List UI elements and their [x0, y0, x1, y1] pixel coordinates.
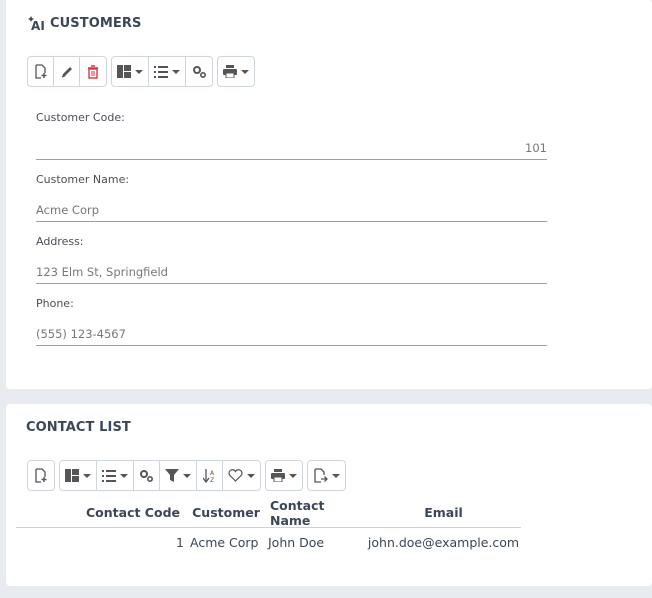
layout-icon	[117, 65, 131, 78]
ai-icon: AI	[28, 15, 46, 31]
customer-name-input[interactable]	[36, 198, 547, 222]
layout-dropdown-button[interactable]	[60, 461, 97, 490]
print-icon	[271, 469, 285, 482]
customer-name-field: Customer Name:	[36, 172, 547, 234]
customer-form: Customer Code: Customer Name: Address: P…	[36, 110, 547, 358]
edit-record-button[interactable]	[54, 57, 80, 86]
filter-dropdown-button[interactable]	[160, 461, 197, 490]
customers-title: AI CUSTOMERS	[28, 15, 141, 31]
print-dropdown-button[interactable]	[266, 461, 302, 490]
settings-button[interactable]	[134, 461, 160, 490]
list-icon	[154, 65, 168, 78]
layout-dropdown-button[interactable]	[112, 57, 149, 86]
table-row[interactable]: 1 Acme Corp John Doe john.doe@example.co…	[16, 528, 521, 557]
grid-view-group: AZ	[59, 460, 261, 491]
filter-icon	[165, 469, 179, 482]
add-group	[27, 460, 55, 491]
print-icon	[223, 65, 237, 78]
favorite-dropdown-button[interactable]	[223, 461, 260, 490]
delete-record-button[interactable]	[80, 57, 106, 86]
column-header-contact-code[interactable]: Contact Code	[16, 505, 186, 520]
new-contact-button[interactable]	[28, 461, 54, 490]
customer-code-label: Customer Code:	[36, 111, 125, 124]
column-header-contact-name[interactable]: Contact Name	[264, 498, 366, 528]
print-dropdown-button[interactable]	[218, 57, 254, 86]
print-group	[217, 56, 255, 87]
customer-name-label: Customer Name:	[36, 173, 130, 186]
cell-email: john.doe@example.com	[367, 535, 520, 550]
delete-trash-icon	[87, 64, 99, 79]
layout-icon	[65, 469, 79, 482]
grid-header-row: Contact Code Customer Contact Name Email	[16, 498, 521, 528]
cell-contact-name: John Doe	[268, 535, 325, 550]
phone-field: Phone:	[36, 296, 547, 358]
record-actions-group	[27, 56, 107, 87]
new-document-icon	[34, 64, 48, 79]
contact-list-panel: CONTACT LIST A Z Contact Code Customer C…	[6, 404, 652, 586]
column-header-customer[interactable]: Customer	[186, 505, 264, 520]
chevron-down-icon	[289, 473, 297, 478]
list-icon	[102, 469, 116, 482]
cell-customer: Acme Corp	[190, 535, 259, 550]
sort-az-icon: AZ	[202, 468, 217, 483]
settings-gears-icon	[192, 65, 207, 79]
cell-contact-code: 1	[176, 535, 184, 550]
customers-title-text: CUSTOMERS	[50, 15, 142, 31]
chevron-down-icon	[241, 69, 249, 74]
contact-list-toolbar: AZ	[27, 460, 346, 491]
contact-list-title: CONTACT LIST	[26, 420, 131, 435]
print-group	[265, 460, 303, 491]
column-header-email[interactable]: Email	[366, 505, 521, 520]
edit-pencil-icon	[60, 65, 74, 79]
svg-text:Z: Z	[210, 477, 214, 483]
customers-panel: AI CUSTOMERS Customer Code: 101 Customer…	[6, 0, 652, 389]
phone-label: Phone:	[36, 297, 74, 310]
address-field: Address:	[36, 234, 547, 296]
chevron-down-icon	[183, 473, 191, 478]
chevron-down-icon	[247, 473, 255, 478]
svg-text:AI: AI	[31, 19, 45, 31]
chevron-down-icon	[135, 69, 143, 74]
svg-text:A: A	[210, 470, 215, 477]
contact-grid: Contact Code Customer Contact Name Email…	[16, 498, 521, 557]
export-dropdown-button[interactable]	[308, 461, 345, 490]
chevron-down-icon	[172, 69, 180, 74]
customers-toolbar	[27, 56, 255, 87]
sort-button[interactable]: AZ	[197, 461, 223, 490]
new-document-icon	[34, 468, 48, 483]
settings-button[interactable]	[186, 57, 212, 86]
view-actions-group	[111, 56, 213, 87]
list-dropdown-button[interactable]	[97, 461, 134, 490]
customer-code-input[interactable]	[36, 136, 547, 160]
export-icon	[313, 468, 328, 483]
address-input[interactable]	[36, 260, 547, 284]
new-record-button[interactable]	[28, 57, 54, 86]
customer-code-field: Customer Code:	[36, 110, 547, 172]
export-group	[307, 460, 346, 491]
chevron-down-icon	[83, 473, 91, 478]
favorite-heart-icon	[228, 469, 243, 482]
address-label: Address:	[36, 235, 84, 248]
chevron-down-icon	[332, 473, 340, 478]
phone-input[interactable]	[36, 322, 547, 346]
list-dropdown-button[interactable]	[149, 57, 186, 86]
settings-gears-icon	[139, 469, 154, 483]
chevron-down-icon	[120, 473, 128, 478]
